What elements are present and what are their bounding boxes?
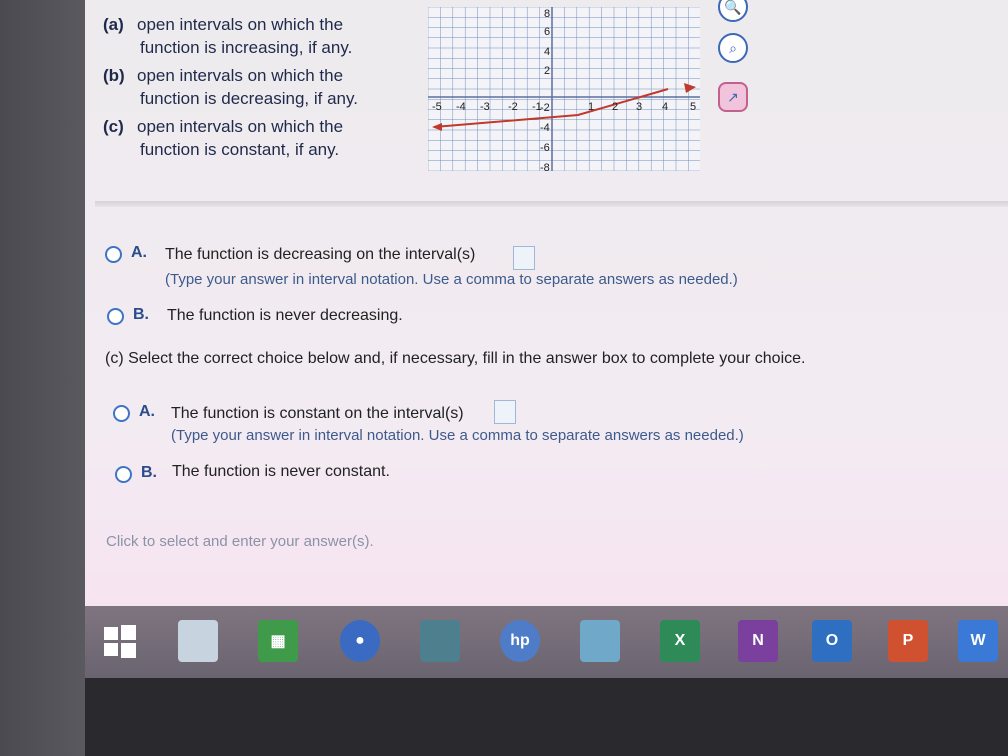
decreasing-answer-box[interactable] xyxy=(513,246,535,270)
option-b-b-text: The function is never decreasing. xyxy=(167,307,403,324)
question-b: (b) open intervals on which the function … xyxy=(103,64,358,110)
option-c-a-text: The function is constant on the interval… xyxy=(171,405,464,422)
x-tick-label: 1 xyxy=(588,101,594,113)
question-c-line1: open intervals on which the xyxy=(137,117,344,136)
option-c-a-hint: (Type your answer in interval notation. … xyxy=(171,427,744,444)
option-c-b-text: The function is never constant. xyxy=(172,463,390,480)
x-tick-label: 2 xyxy=(612,101,618,113)
zoom-out-icon[interactable]: ⌕ xyxy=(718,33,748,63)
y-tick-label: 4 xyxy=(544,46,550,58)
x-tick-label: 5 xyxy=(690,101,696,113)
question-a: (a) open intervals on which the function … xyxy=(103,13,352,59)
option-c-b-label: B. xyxy=(141,464,157,481)
option-c-a-label: A. xyxy=(139,403,155,420)
file-explorer-icon[interactable] xyxy=(178,620,218,662)
word-icon[interactable]: W xyxy=(958,620,998,662)
click-to-answer-hint: Click to select and enter your answer(s)… xyxy=(106,533,374,550)
option-c-a-radio[interactable] xyxy=(113,405,130,422)
bezel-left xyxy=(0,0,85,756)
y-tick-label: -8 xyxy=(540,162,550,171)
excel-icon[interactable]: X xyxy=(660,620,700,662)
y-tick-label: 8 xyxy=(544,8,550,20)
option-b-a-radio[interactable] xyxy=(105,246,122,263)
question-a-label: (a) xyxy=(103,15,124,34)
constant-answer-box[interactable] xyxy=(494,400,516,424)
question-c-label: (c) xyxy=(103,117,124,136)
y-tick-label: -2 xyxy=(540,102,550,114)
popout-icon[interactable]: ↗ xyxy=(718,82,748,112)
question-c: (c) open intervals on which the function … xyxy=(103,115,343,161)
browser-icon[interactable]: ● xyxy=(340,620,380,662)
y-tick-label: 2 xyxy=(544,65,550,77)
option-b-a-text: The function is decreasing on the interv… xyxy=(165,246,476,263)
question-c-line2: function is constant, if any. xyxy=(140,140,340,159)
part-c-instruction: (c) Select the correct choice below and,… xyxy=(105,350,806,367)
question-a-line1: open intervals on which the xyxy=(137,15,344,34)
x-tick-label: -5 xyxy=(432,101,442,113)
question-b-line2: function is decreasing, if any. xyxy=(140,89,358,108)
x-tick-label: 4 xyxy=(662,101,668,113)
option-b-b-radio[interactable] xyxy=(107,308,124,325)
question-b-line1: open intervals on which the xyxy=(137,66,344,85)
option-b-b-label: B. xyxy=(133,306,149,323)
media-app-icon[interactable] xyxy=(420,620,460,662)
store-icon[interactable]: ▦ xyxy=(258,620,298,662)
powerpoint-icon[interactable]: P xyxy=(888,620,928,662)
option-b-a-hint: (Type your answer in interval notation. … xyxy=(165,271,738,288)
section-divider xyxy=(95,201,1008,207)
question-a-line2: function is increasing, if any. xyxy=(140,38,353,57)
option-b-a-label: A. xyxy=(131,244,147,261)
question-b-label: (b) xyxy=(103,66,125,85)
y-tick-label: 6 xyxy=(544,26,550,38)
hp-icon[interactable]: hp xyxy=(500,620,540,662)
y-tick-label: -6 xyxy=(540,142,550,154)
x-tick-label: -3 xyxy=(480,101,490,113)
taskbar xyxy=(85,606,1008,678)
x-tick-label: -2 xyxy=(508,101,518,113)
y-tick-label: -4 xyxy=(540,122,550,134)
x-tick-label: -4 xyxy=(456,101,466,113)
option-c-b-radio[interactable] xyxy=(115,466,132,483)
windows-start-icon[interactable] xyxy=(100,620,140,662)
x-tick-label: 3 xyxy=(636,101,642,113)
onenote-icon[interactable]: N xyxy=(738,620,778,662)
outlook-icon[interactable]: O xyxy=(812,620,852,662)
keyboard-app-icon[interactable] xyxy=(580,620,620,662)
function-graph: x -5-4-3-2-112345 8642-2-4-6-8 xyxy=(428,7,700,171)
